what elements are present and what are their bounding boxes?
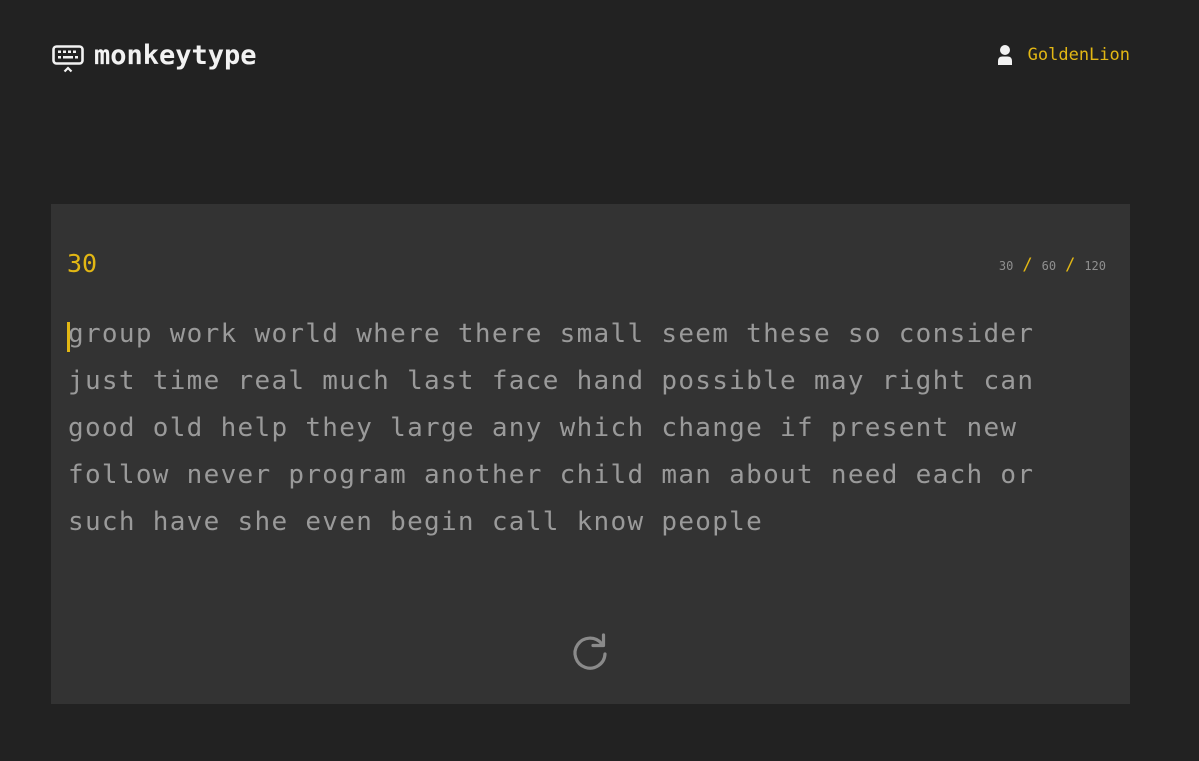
- username-label: GoldenLion: [1027, 45, 1130, 65]
- restart-button[interactable]: [568, 630, 612, 674]
- word-line: such have she even begin call know peopl…: [68, 507, 764, 537]
- keyboard-icon: [52, 38, 84, 74]
- words-area[interactable]: group work world where there small seem …: [67, 311, 1068, 546]
- duration-option-60[interactable]: 60: [1042, 258, 1056, 274]
- word-line: good old help they large any which chang…: [68, 413, 1018, 443]
- word-line: follow never program another child man a…: [68, 460, 1035, 490]
- duration-option-30[interactable]: 30: [999, 258, 1013, 274]
- word-line: group work world where there small seem …: [68, 319, 1035, 349]
- typing-test-panel: 30 30 / 60 / 120 group work world where …: [51, 204, 1130, 704]
- duration-option-120[interactable]: 120: [1084, 258, 1106, 274]
- account-button[interactable]: GoldenLion: [997, 44, 1130, 66]
- duration-selector: 30 / 60 / 120: [999, 257, 1106, 274]
- top-bar: monkeytype GoldenLion: [0, 0, 1199, 110]
- duration-separator: /: [1065, 255, 1076, 275]
- time-remaining: 30: [67, 249, 98, 278]
- logo[interactable]: monkeytype: [52, 38, 257, 74]
- word-line: just time real much last face hand possi…: [68, 366, 1035, 396]
- duration-separator: /: [1022, 255, 1033, 275]
- typing-caret: [67, 322, 70, 352]
- restart-icon: [573, 633, 607, 670]
- logo-text: monkeytype: [94, 40, 257, 71]
- user-icon: [997, 44, 1013, 66]
